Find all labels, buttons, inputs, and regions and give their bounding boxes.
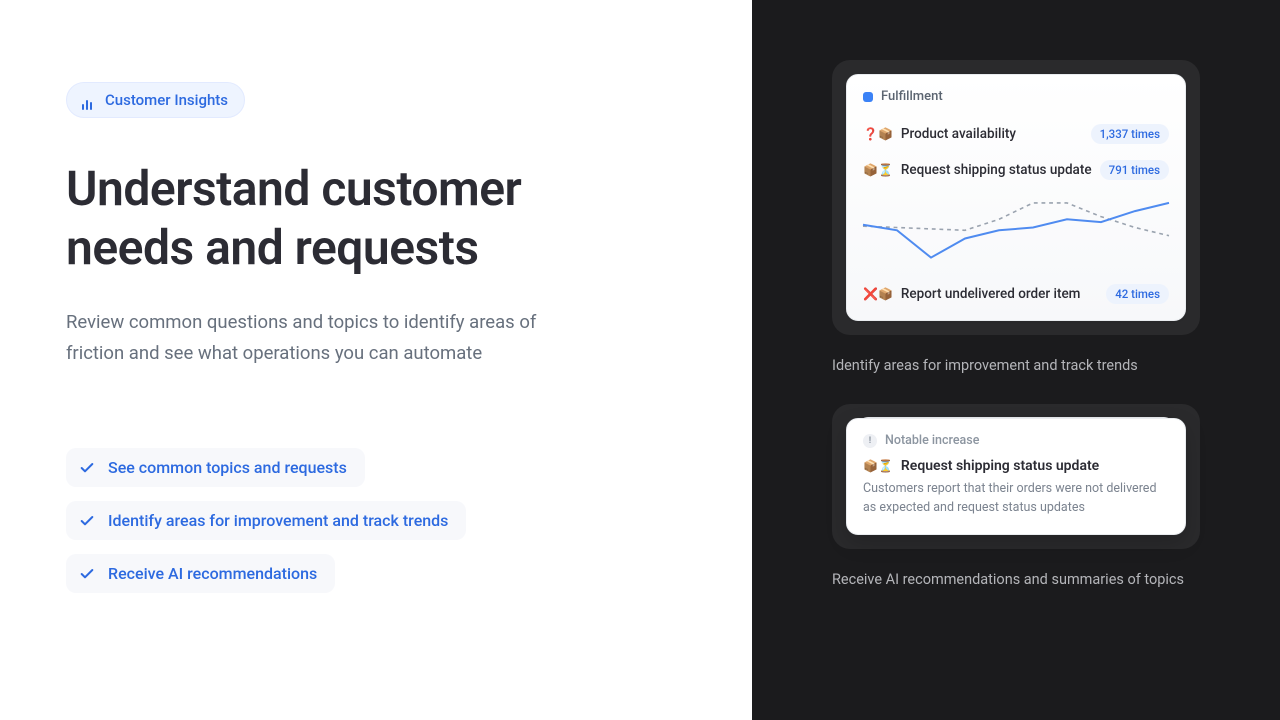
hero-panel: Customer Insights Understand customer ne… — [0, 0, 752, 720]
category-tag: Customer Insights — [66, 82, 245, 118]
bar-chart-icon — [77, 90, 97, 110]
recommendation-title: 📦⏳ Request shipping status update — [863, 458, 1169, 474]
recommendation-emoji-icon: 📦⏳ — [863, 459, 893, 473]
count-badge: 791 times — [1100, 160, 1169, 180]
trends-card-inner: Fulfillment ❓📦 Product availability 1,33… — [846, 74, 1186, 321]
topic-label: Request shipping status update — [901, 162, 1092, 178]
recommendation-card-inner: ! Notable increase 📦⏳ Request shipping s… — [846, 418, 1186, 535]
topic-label: Product availability — [901, 126, 1016, 142]
feature-bullet: See common topics and requests — [66, 448, 365, 487]
topic-emoji-icon: 📦⏳ — [863, 163, 893, 177]
topic-emoji-icon: ❓📦 — [863, 127, 893, 141]
trends-card: Fulfillment ❓📦 Product availability 1,33… — [832, 60, 1200, 335]
count-badge: 42 times — [1106, 284, 1169, 304]
check-icon — [78, 512, 96, 530]
topic-emoji-icon: ❌📦 — [863, 287, 893, 301]
feature-bullets: See common topics and requests Identify … — [66, 448, 752, 593]
trend-chart — [863, 192, 1169, 274]
recommendation-caption: Receive AI recommendations and summaries… — [832, 571, 1200, 588]
preview-panel: Fulfillment ❓📦 Product availability 1,33… — [752, 0, 1280, 720]
page-title: Understand customer needs and requests — [66, 160, 606, 277]
category-tag-label: Customer Insights — [105, 91, 228, 109]
page-subtitle: Review common questions and topics to id… — [66, 307, 586, 368]
category-dot-icon — [863, 92, 873, 102]
trends-caption: Identify areas for improvement and track… — [832, 357, 1200, 374]
feature-bullet-label: See common topics and requests — [108, 458, 347, 477]
topic-label: Report undelivered order item — [901, 286, 1081, 302]
feature-bullet-label: Identify areas for improvement and track… — [108, 511, 448, 530]
topic-row: 📦⏳ Request shipping status update 791 ti… — [863, 152, 1169, 188]
topic-row: ❌📦 Report undelivered order item 42 time… — [863, 276, 1169, 314]
feature-bullet: Receive AI recommendations — [66, 554, 335, 593]
trends-card-header: Fulfillment — [863, 89, 1169, 104]
notable-increase-label: ! Notable increase — [863, 433, 1169, 448]
check-icon — [78, 459, 96, 477]
topic-row: ❓📦 Product availability 1,337 times — [863, 116, 1169, 152]
check-icon — [78, 565, 96, 583]
count-badge: 1,337 times — [1091, 124, 1169, 144]
feature-bullet-label: Receive AI recommendations — [108, 564, 317, 583]
feature-bullet: Identify areas for improvement and track… — [66, 501, 466, 540]
recommendation-card: ! Notable increase 📦⏳ Request shipping s… — [832, 404, 1200, 549]
recommendation-description: Customers report that their orders were … — [863, 480, 1169, 518]
alert-icon: ! — [863, 434, 877, 448]
trends-card-title: Fulfillment — [881, 89, 943, 104]
